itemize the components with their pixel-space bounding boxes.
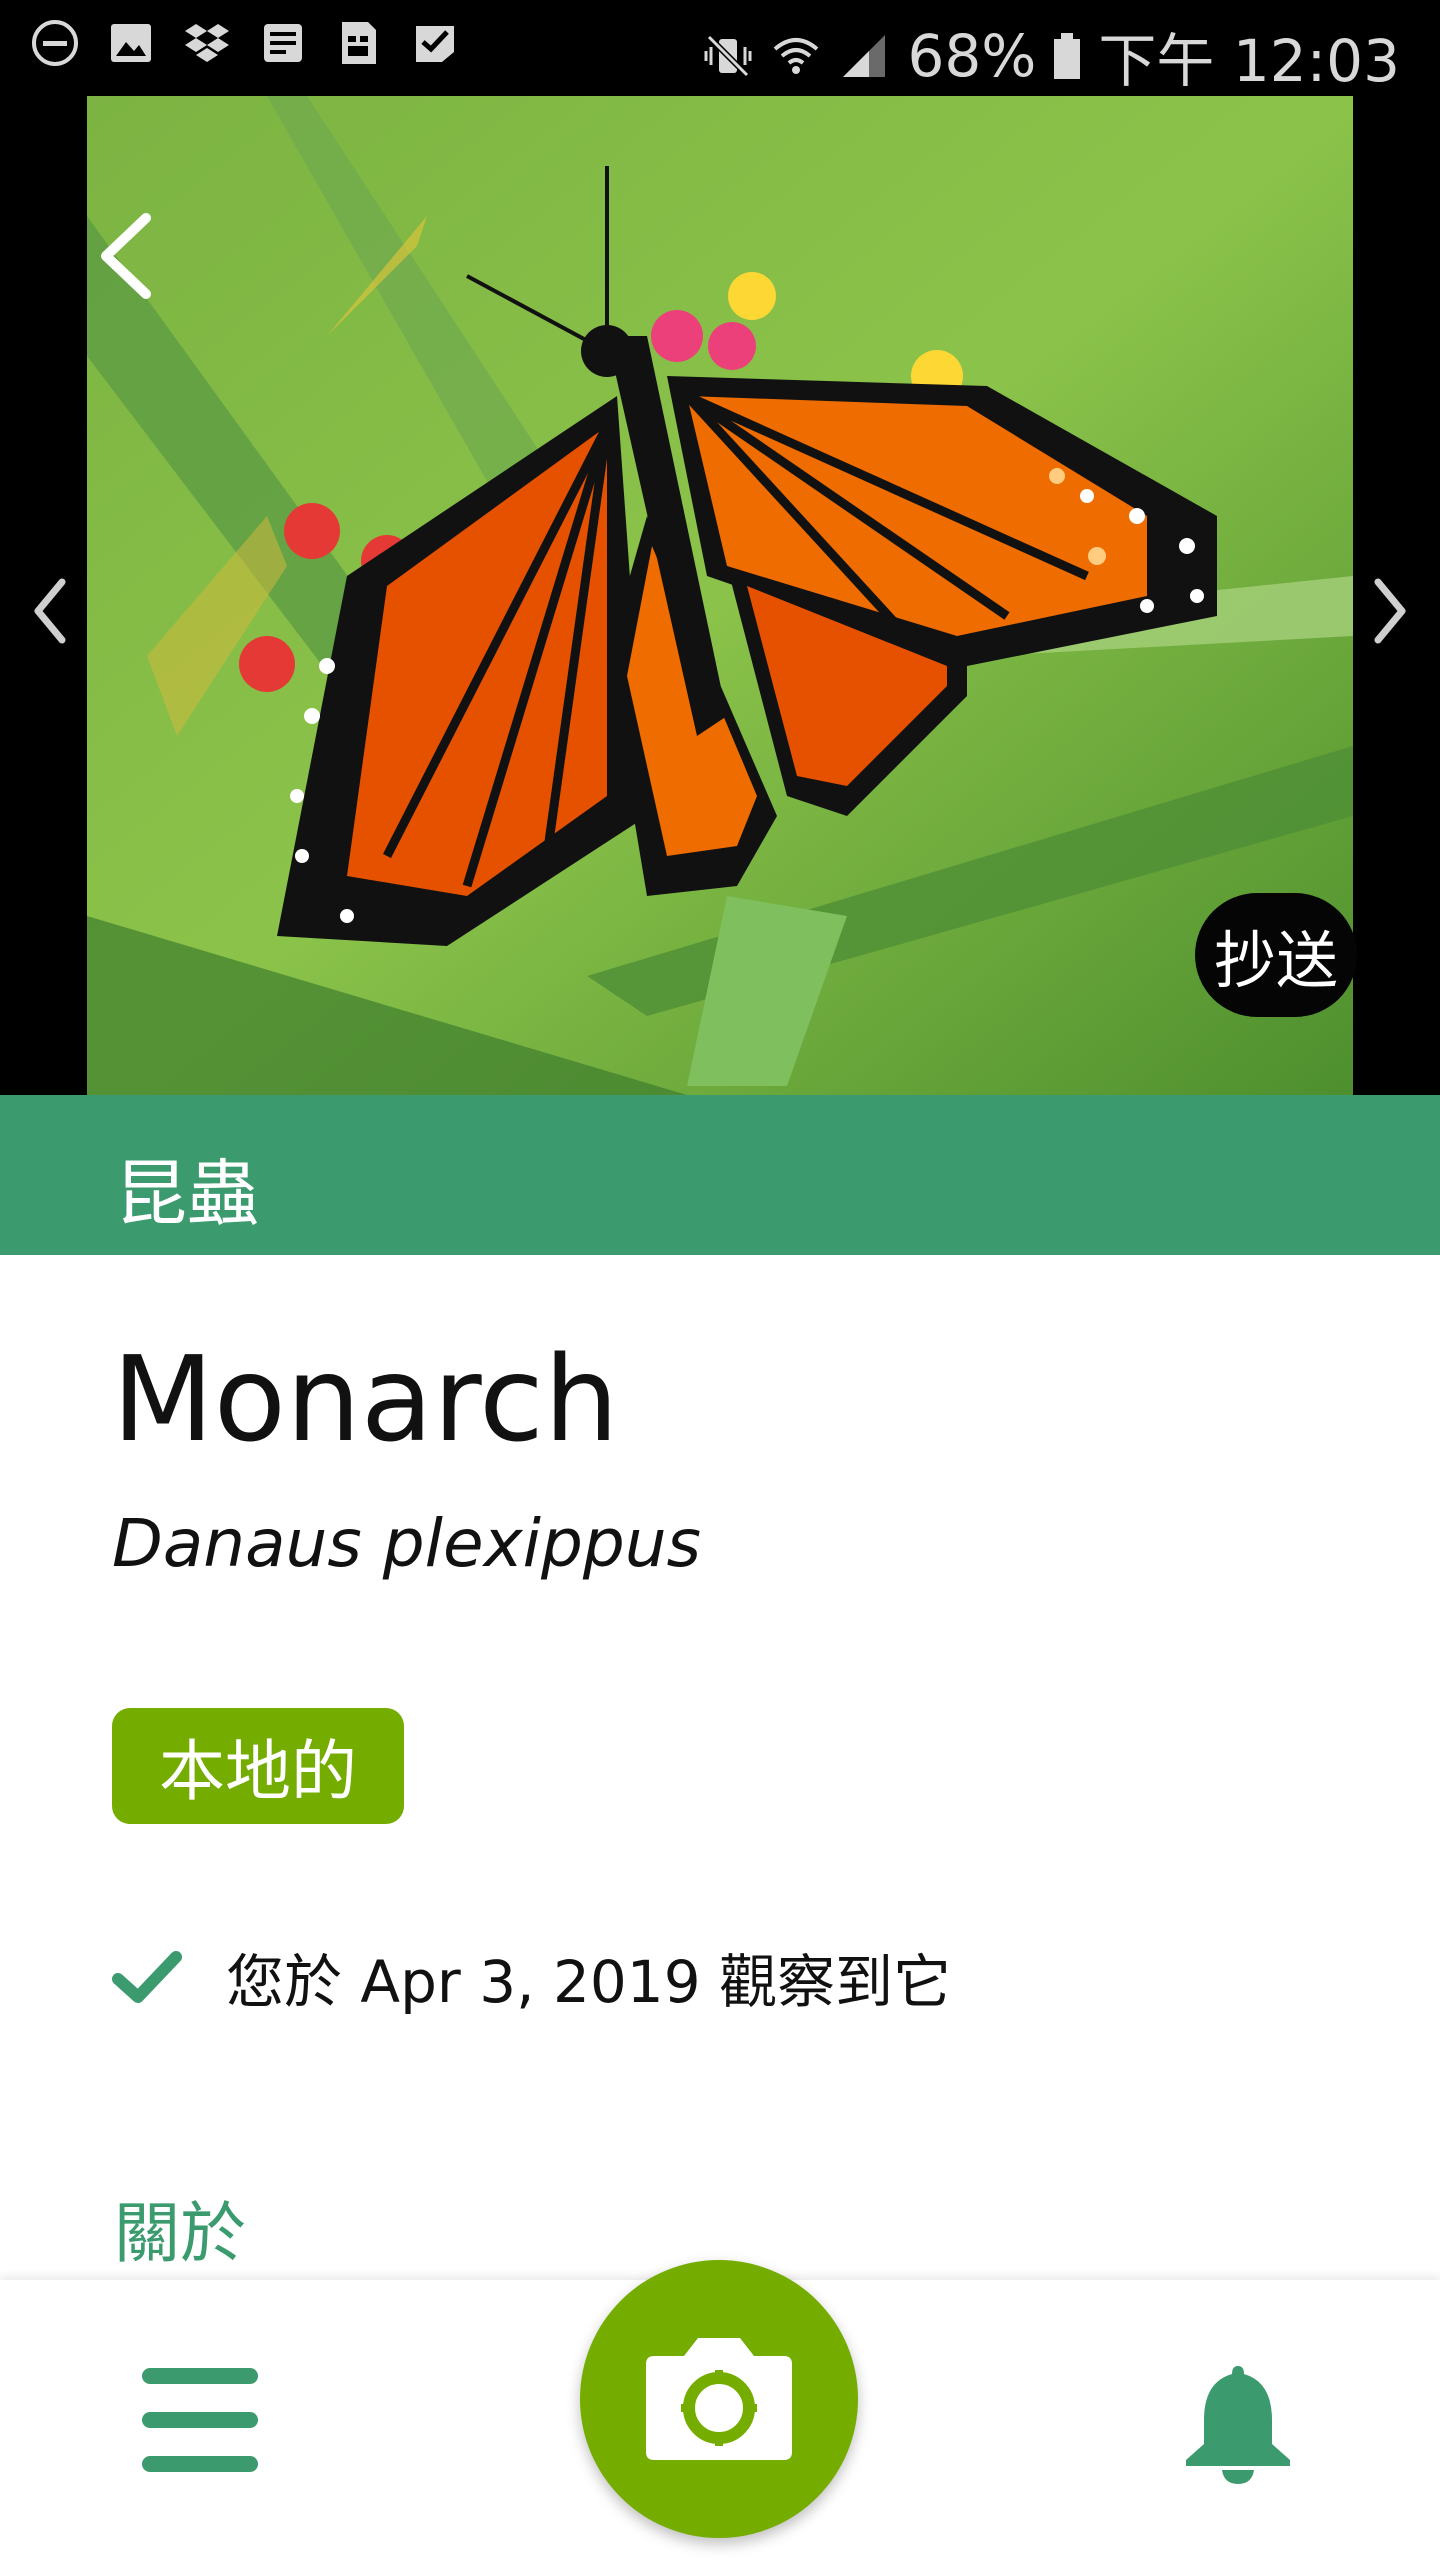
wifi-icon — [771, 31, 821, 81]
signal-icon — [839, 31, 889, 81]
bell-icon[interactable] — [1178, 2360, 1298, 2484]
camera-icon — [646, 2338, 792, 2460]
sim-icon — [334, 18, 384, 68]
battery-percent: 68% — [907, 22, 1037, 90]
dropbox-icon — [182, 18, 232, 68]
vibrate-mute-icon — [703, 31, 753, 81]
native-status-badge: 本地的 — [112, 1708, 404, 1824]
bottom-nav — [0, 2260, 1440, 2560]
status-left-icons — [30, 18, 460, 68]
camera-button[interactable] — [580, 2260, 858, 2538]
cc-license-button[interactable]: 抄送 — [1195, 893, 1357, 1017]
menu-icon[interactable] — [142, 2368, 258, 2472]
task-check-icon — [410, 18, 460, 68]
observed-status: 您於 Apr 3, 2019 觀察到它 — [112, 1935, 951, 2019]
common-name: Monarch — [112, 1330, 619, 1468]
previous-photo-icon[interactable] — [28, 574, 72, 648]
back-arrow-icon[interactable] — [86, 206, 166, 306]
about-heading: 關於 — [114, 2195, 246, 2272]
photo-viewer: 抄送 — [0, 96, 1440, 1095]
category-header: 昆蟲 — [0, 1095, 1440, 1255]
do-not-disturb-icon — [30, 18, 80, 68]
battery-icon — [1054, 33, 1081, 79]
taxon-photo[interactable] — [87, 96, 1353, 1095]
status-right: 68% 下午 12:03 — [703, 14, 1400, 98]
gallery-icon — [106, 18, 156, 68]
observed-text: 您於 Apr 3, 2019 觀察到它 — [226, 1948, 952, 2016]
status-time: 下午 12:03 — [1098, 27, 1400, 95]
document-icon — [258, 18, 308, 68]
scientific-name: Danaus plexippus — [112, 1505, 701, 1582]
next-photo-icon[interactable] — [1368, 574, 1412, 648]
status-bar: 68% 下午 12:03 — [0, 0, 1440, 96]
checkmark-icon — [112, 1947, 182, 2007]
category-label: 昆蟲 — [115, 1152, 260, 1236]
